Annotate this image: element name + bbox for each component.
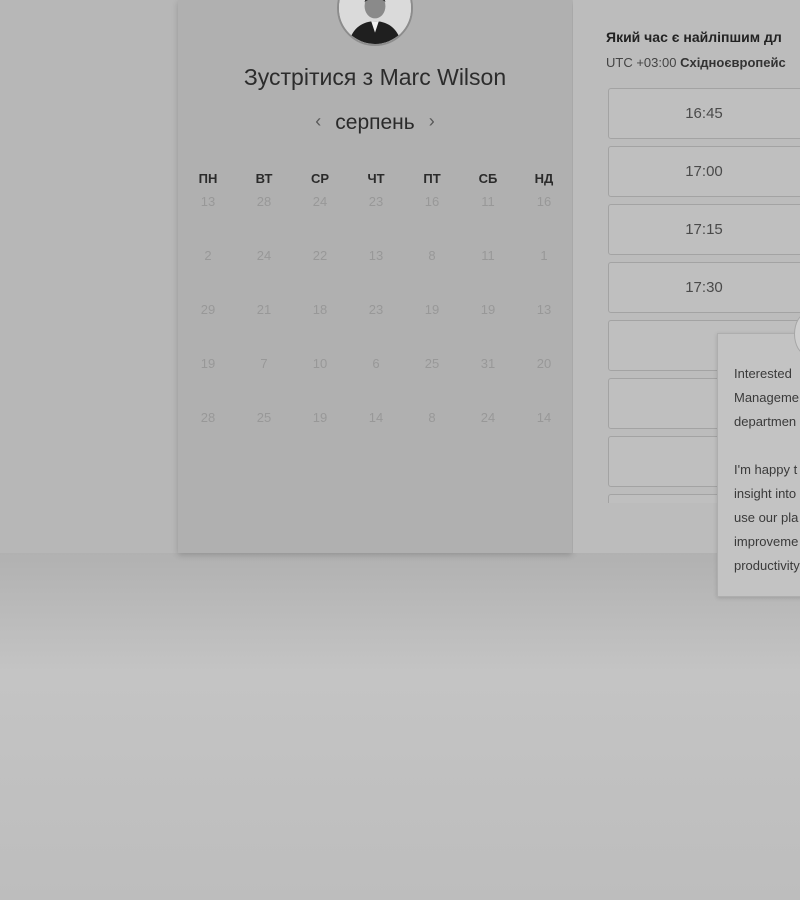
calendar-day[interactable]: 2 xyxy=(180,248,236,302)
calendar-day[interactable]: 7 xyxy=(236,356,292,410)
calendar-week: 28 25 19 14 8 24 14 xyxy=(180,410,572,464)
calendar-day[interactable]: 25 xyxy=(236,410,292,464)
weekday-label: ЧТ xyxy=(367,171,385,186)
calendar-day[interactable]: 18 xyxy=(292,302,348,356)
calendar-day[interactable]: 28 xyxy=(236,194,292,248)
calendar-day[interactable]: 1 xyxy=(516,248,572,302)
calendar-day[interactable]: 19 xyxy=(404,302,460,356)
weekday-label: НД xyxy=(534,171,554,186)
time-slot[interactable]: 16:45 xyxy=(608,88,800,139)
calendar-day[interactable]: 25 xyxy=(404,356,460,410)
calendar-grid: 13 28 24 23 16 11 16 2 24 22 13 8 11 1 2… xyxy=(180,194,572,464)
calendar-day[interactable]: 13 xyxy=(516,302,572,356)
weekday-label: ВТ xyxy=(255,171,273,186)
weekday-label: СР xyxy=(310,171,330,186)
month-navigator: ‹ серпень › xyxy=(178,111,572,135)
chat-popup[interactable]: Interested Manageme departmen I'm happy … xyxy=(717,333,800,597)
meeting-title: Зустрітися з Marc Wilson xyxy=(178,64,572,91)
time-slot[interactable]: 17:15 xyxy=(608,204,800,255)
calendar-day[interactable]: 11 xyxy=(460,194,516,248)
popup-line: departmen xyxy=(734,414,797,429)
calendar-day[interactable]: 23 xyxy=(348,302,404,356)
weekday-label: СБ xyxy=(478,171,498,186)
weekday-header: ПН ВТ СР ЧТ ПТ СБ НД xyxy=(180,171,572,186)
popup-line: Interested xyxy=(734,366,792,381)
calendar-week: 19 7 10 6 25 31 20 xyxy=(180,356,572,410)
popup-paragraph: Interested Manageme departmen xyxy=(718,362,800,434)
timezone-label: UTC +03:00 Східноєвропейс xyxy=(606,55,786,70)
calendar-day[interactable]: 19 xyxy=(180,356,236,410)
calendar-day[interactable]: 13 xyxy=(180,194,236,248)
calendar-day[interactable]: 28 xyxy=(180,410,236,464)
meet-prefix: Зустрітися з xyxy=(243,64,374,90)
popup-line: productivity xyxy=(734,558,800,573)
calendar-day[interactable]: 14 xyxy=(348,410,404,464)
calendar-day[interactable]: 24 xyxy=(460,410,516,464)
time-slot[interactable]: 17:00 xyxy=(608,146,800,197)
calendar-day[interactable]: 23 xyxy=(348,194,404,248)
calendar-day[interactable]: 8 xyxy=(404,248,460,302)
popup-line: improveme xyxy=(734,534,799,549)
timezone-name: Східноєвропейс xyxy=(680,55,786,70)
calendar-day[interactable]: 29 xyxy=(180,302,236,356)
calendar-day[interactable]: 16 xyxy=(404,194,460,248)
time-slot-label: 16:45 xyxy=(685,105,723,122)
popup-line: Manageme xyxy=(734,390,800,405)
calendar-day[interactable]: 8 xyxy=(404,410,460,464)
time-slot-label: 17:15 xyxy=(685,221,723,238)
chevron-right-icon[interactable]: › xyxy=(429,111,435,132)
calendar-day[interactable]: 22 xyxy=(292,248,348,302)
weekday-label: ПТ xyxy=(423,171,441,186)
calendar-day[interactable]: 24 xyxy=(292,194,348,248)
calendar-day[interactable]: 24 xyxy=(236,248,292,302)
weekday-label: ПН xyxy=(198,171,218,186)
time-slot[interactable]: 17:30 xyxy=(608,262,800,313)
calendar-day[interactable]: 19 xyxy=(460,302,516,356)
popup-paragraph: I'm happy t insight into use our pla imp… xyxy=(718,458,800,578)
calendar-day[interactable]: 13 xyxy=(348,248,404,302)
chevron-left-icon[interactable]: ‹ xyxy=(315,111,321,132)
calendar-day[interactable]: 16 xyxy=(516,194,572,248)
calendar-day[interactable]: 14 xyxy=(516,410,572,464)
page-overlay xyxy=(0,553,800,900)
calendar-week: 13 28 24 23 16 11 16 xyxy=(180,194,572,248)
calendar-week: 2 24 22 13 8 11 1 xyxy=(180,248,572,302)
calendar-day[interactable]: 10 xyxy=(292,356,348,410)
time-question: Який час є найліпшим дл xyxy=(606,29,782,45)
time-slot-label: 17:00 xyxy=(685,163,723,180)
popup-line: insight into xyxy=(734,486,797,501)
popup-line: I'm happy t xyxy=(734,462,798,477)
calendar-day[interactable]: 19 xyxy=(292,410,348,464)
calendar-week: 29 21 18 23 19 19 13 xyxy=(180,302,572,356)
calendar-day[interactable]: 21 xyxy=(236,302,292,356)
month-label: серпень xyxy=(335,111,415,134)
calendar-day[interactable]: 31 xyxy=(460,356,516,410)
calendar-day[interactable]: 6 xyxy=(348,356,404,410)
calendar-day[interactable]: 20 xyxy=(516,356,572,410)
calendar-day[interactable]: 11 xyxy=(460,248,516,302)
timezone-offset: UTC +03:00 xyxy=(606,55,677,70)
time-slot-label: 17:30 xyxy=(685,279,723,296)
popup-line: use our pla xyxy=(734,510,799,525)
host-name: Marc Wilson xyxy=(379,64,507,90)
